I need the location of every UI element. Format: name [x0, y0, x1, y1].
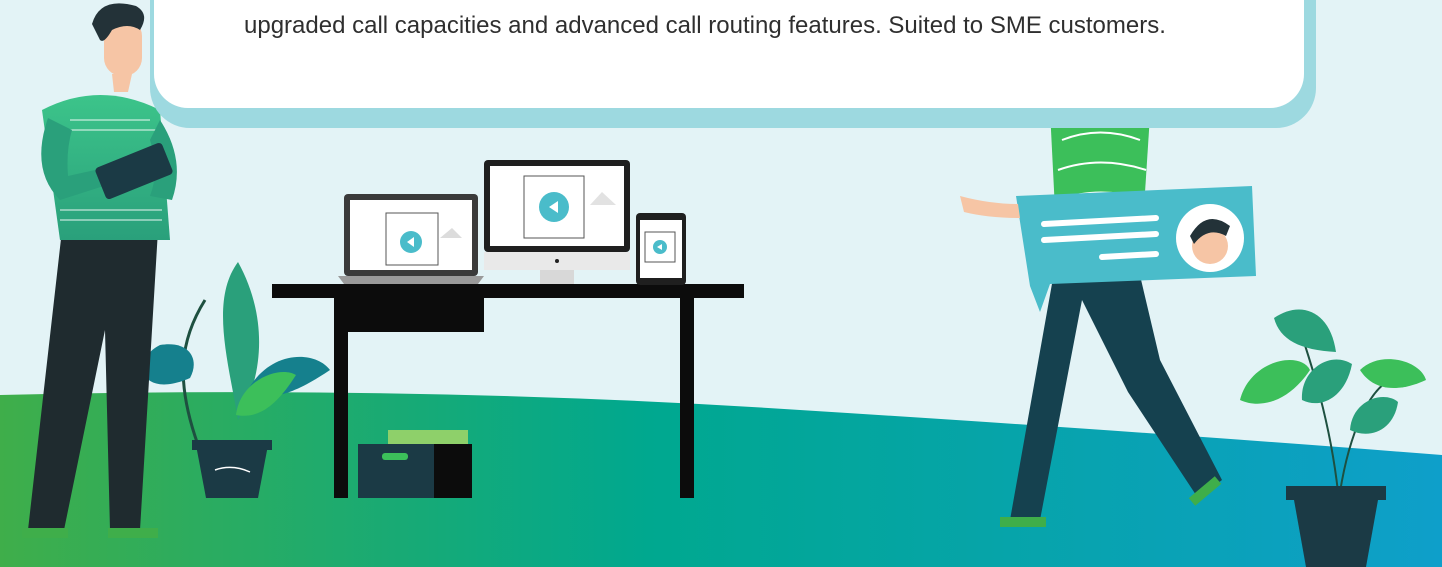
tablet-device — [636, 213, 686, 285]
monitor — [484, 160, 630, 284]
feature-card: upgraded call capacities and advanced ca… — [150, 0, 1316, 128]
feature-description: upgraded call capacities and advanced ca… — [244, 12, 1166, 39]
laptop — [338, 194, 484, 284]
feature-card-inner: upgraded call capacities and advanced ca… — [154, 0, 1304, 108]
